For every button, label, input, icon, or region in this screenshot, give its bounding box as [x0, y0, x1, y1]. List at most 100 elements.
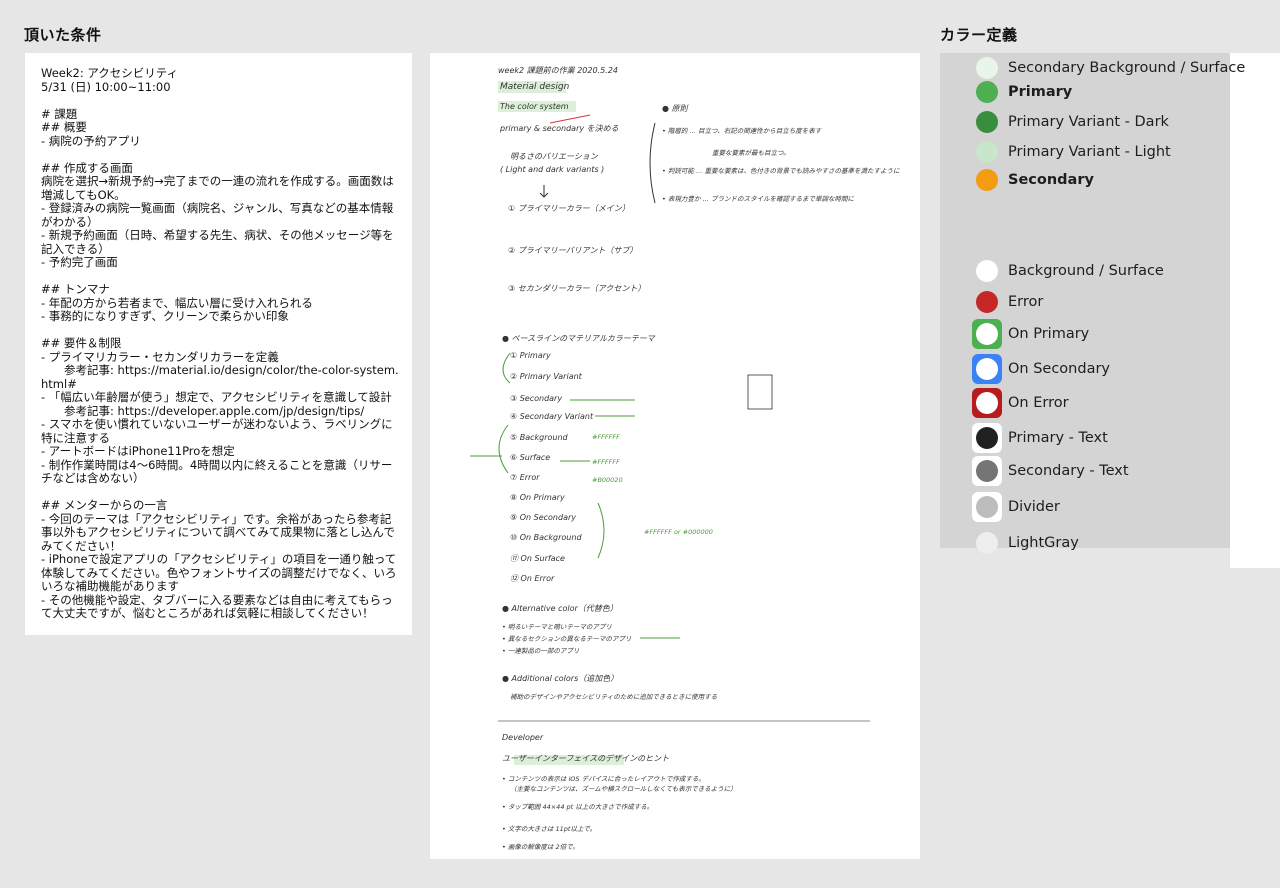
- condition-line: ## 作成する画面: [41, 160, 133, 175]
- notes-list-item: ⑪ On Surface: [510, 554, 565, 563]
- color-swatch: [976, 169, 998, 191]
- condition-line: - アートボードはiPhone11Proを想定: [41, 444, 235, 458]
- color-label: Primary: [1008, 84, 1073, 100]
- notes-principle-3: • 判読可能 … 重要な要素は、色付きの背景でも読みやすさの基準を満たすように: [662, 167, 900, 175]
- color-swatch: [976, 460, 998, 482]
- swatch-frame: [972, 287, 1002, 317]
- color-label: Secondary: [1008, 172, 1094, 188]
- notes-dev-1b: （主要なコンテンツは、ズームや横スクロールしなくても表示できるように）: [510, 785, 737, 793]
- condition-line: Week2: アクセシビリティ: [41, 66, 179, 80]
- condition-line: ## 概要: [41, 120, 87, 134]
- color-label: On Error: [1008, 395, 1069, 411]
- color-label: Divider: [1008, 499, 1060, 515]
- condition-line: - 病院の予約アプリ: [41, 133, 141, 148]
- condition-line: - 制作作業時間は4〜6時間。4時間以内に終えることを意識（リサーチなどは含めな…: [41, 457, 393, 485]
- notes-dev-1: • コンテンツの表示は iOS デバイスに合ったレイアウトで作成する。: [502, 775, 705, 783]
- condition-line: - 「幅広い年齢層が使う」想定で、アクセシビリティを意識して設計: [41, 390, 392, 404]
- notes-list-item: ⑧ On Primary: [510, 493, 565, 502]
- notes-header: week2 課題前の作業 2020.5.24: [498, 66, 618, 75]
- notes-principle-2: 重要な要素が最も目立つ。: [712, 149, 790, 157]
- swatch-frame: [972, 319, 1002, 349]
- notes-list-item: ① Primary: [510, 351, 551, 360]
- color-swatch-row: Secondary: [972, 165, 1094, 195]
- color-swatch: [976, 358, 998, 380]
- color-swatch-row: Secondary - Text: [972, 456, 1129, 486]
- swatch-frame: [972, 165, 1002, 195]
- color-definition-heading: カラー定義: [940, 26, 1018, 44]
- condition-line: - 今回のテーマは「アクセシビリティ」です。余裕があったら参考記事以外もアクセシ…: [41, 511, 395, 553]
- notes-item-1: ① プライマリーカラー（メイン）: [508, 204, 630, 213]
- color-swatch-row: On Secondary: [972, 354, 1110, 384]
- color-swatch: [976, 111, 998, 133]
- notes-alt: ● Alternative color（代替色）: [502, 604, 618, 613]
- notes-primary-secondary: primary & secondary を決める: [500, 124, 619, 133]
- notes-bg-hex: #FFFFFF: [592, 433, 620, 441]
- swatch-frame: [972, 456, 1002, 486]
- notes-list-item: ⑥ Surface: [510, 453, 551, 462]
- condition-line: 参考記事: https://developer.apple.com/jp/des…: [41, 403, 365, 418]
- notes-light-dark: ( Light and dark variants ): [500, 165, 605, 174]
- swatch-frame: [972, 256, 1002, 286]
- notes-principle-4: • 表現力豊か … ブランドのスタイルを確認するまで単調な時間に: [662, 195, 855, 203]
- color-swatch: [976, 496, 998, 518]
- color-swatch-row: On Error: [972, 388, 1069, 418]
- condition-line: - プライマリカラー・セカンダリカラーを定義: [41, 349, 279, 364]
- color-label: Error: [1008, 294, 1044, 310]
- color-label: Secondary - Text: [1008, 463, 1129, 479]
- panel-side-strip: [1230, 53, 1280, 568]
- condition-line: 病院を選択→新規予約→完了までの一連の流れを作成する。画面数は増減してもOK。: [41, 174, 394, 202]
- color-label: Primary Variant - Light: [1008, 144, 1171, 160]
- swatch-frame: [972, 423, 1002, 453]
- notes-list-item: ⑦ Error: [510, 473, 540, 482]
- color-label: Primary - Text: [1008, 430, 1108, 446]
- condition-line: ## メンターからの一言: [41, 498, 168, 512]
- color-swatch-row: LightGray: [972, 528, 1079, 558]
- notes-error-hex: #B00020: [592, 476, 623, 484]
- condition-line: 5/31 (日) 10:00~11:00: [41, 79, 171, 94]
- color-swatch: [976, 291, 998, 313]
- color-swatch-row: On Primary: [972, 319, 1089, 349]
- condition-line: - iPhoneで設定アプリの「アクセシビリティ」の項目を一通り触って体験してみ…: [41, 552, 397, 593]
- notes-surface-hex: #FFFFFF: [592, 458, 620, 466]
- condition-line: - 登録済みの病院一覧画面（病院名、ジャンル、写真などの基本情報がわかる）: [41, 201, 394, 229]
- notes-dev-title: ユーザーインターフェイスのデザインのヒント: [502, 754, 670, 763]
- notes-list-item: ③ Secondary: [510, 394, 563, 403]
- notes-list-item: ④ Secondary Variant: [510, 412, 594, 421]
- color-label: On Primary: [1008, 326, 1090, 342]
- color-swatch: [976, 427, 998, 449]
- notes-additional-note: 補助のデザインやアクセシビリティのために追加できるときに使用する: [510, 693, 718, 701]
- notes-item-2: ② プライマリーバリアント（サブ）: [508, 246, 638, 255]
- color-swatch: [976, 260, 998, 282]
- conditions-card: Week2: アクセシビリティ 5/31 (日) 10:00~11:00 # 課題 #…: [25, 53, 412, 635]
- color-label: On Secondary: [1008, 361, 1111, 377]
- swatch-frame: [972, 107, 1002, 137]
- condition-line: # 課題: [41, 106, 78, 121]
- color-swatch: [976, 81, 998, 103]
- notes-list-item: ⑫ On Error: [510, 574, 555, 583]
- condition-line: - スマホを使い慣れていないユーザーが迷わないよう、ラベリングに特に注意する: [41, 417, 393, 445]
- color-swatch: [976, 392, 998, 414]
- condition-line: ## トンマナ: [41, 282, 110, 296]
- notes-item-3: ③ セカンダリーカラー（アクセント）: [508, 284, 646, 293]
- notes-dev-2: • タップ範囲 44×44 pt 以上の大きさで作成する。: [502, 803, 654, 811]
- notes-principles: ● 原則: [662, 104, 688, 113]
- condition-line: - 年配の方から若者まで、幅広い層に受け入れられる: [41, 295, 313, 310]
- swatch-frame: [972, 528, 1002, 558]
- notes-list-item: ⑨ On Secondary: [510, 513, 576, 522]
- notes-alt-1: • 明るいテーマと暗いテーマのアプリ: [502, 623, 612, 631]
- condition-line: - 新規予約画面（日時、希望する先生、病状、その他メッセージ等を記入できる）: [41, 228, 394, 256]
- swatch-frame: [972, 388, 1002, 418]
- notes-additional: ● Additional colors（追加色）: [502, 674, 619, 683]
- notes-dev-4: • 画像の解像度は 2倍で。: [502, 843, 579, 851]
- notes-variations: 明るさのバリエーション: [510, 152, 598, 161]
- notes-baseline: ● ベースラインのマテリアルカラーテーマ: [502, 334, 655, 343]
- swatch-frame: [972, 137, 1002, 167]
- condition-line: - その他機能や設定、タブバーに入る要素などは自由に考えてもらって大丈夫ですが、…: [41, 592, 393, 620]
- swatch-frame: [972, 354, 1002, 384]
- color-swatch-row: Divider: [972, 492, 1060, 522]
